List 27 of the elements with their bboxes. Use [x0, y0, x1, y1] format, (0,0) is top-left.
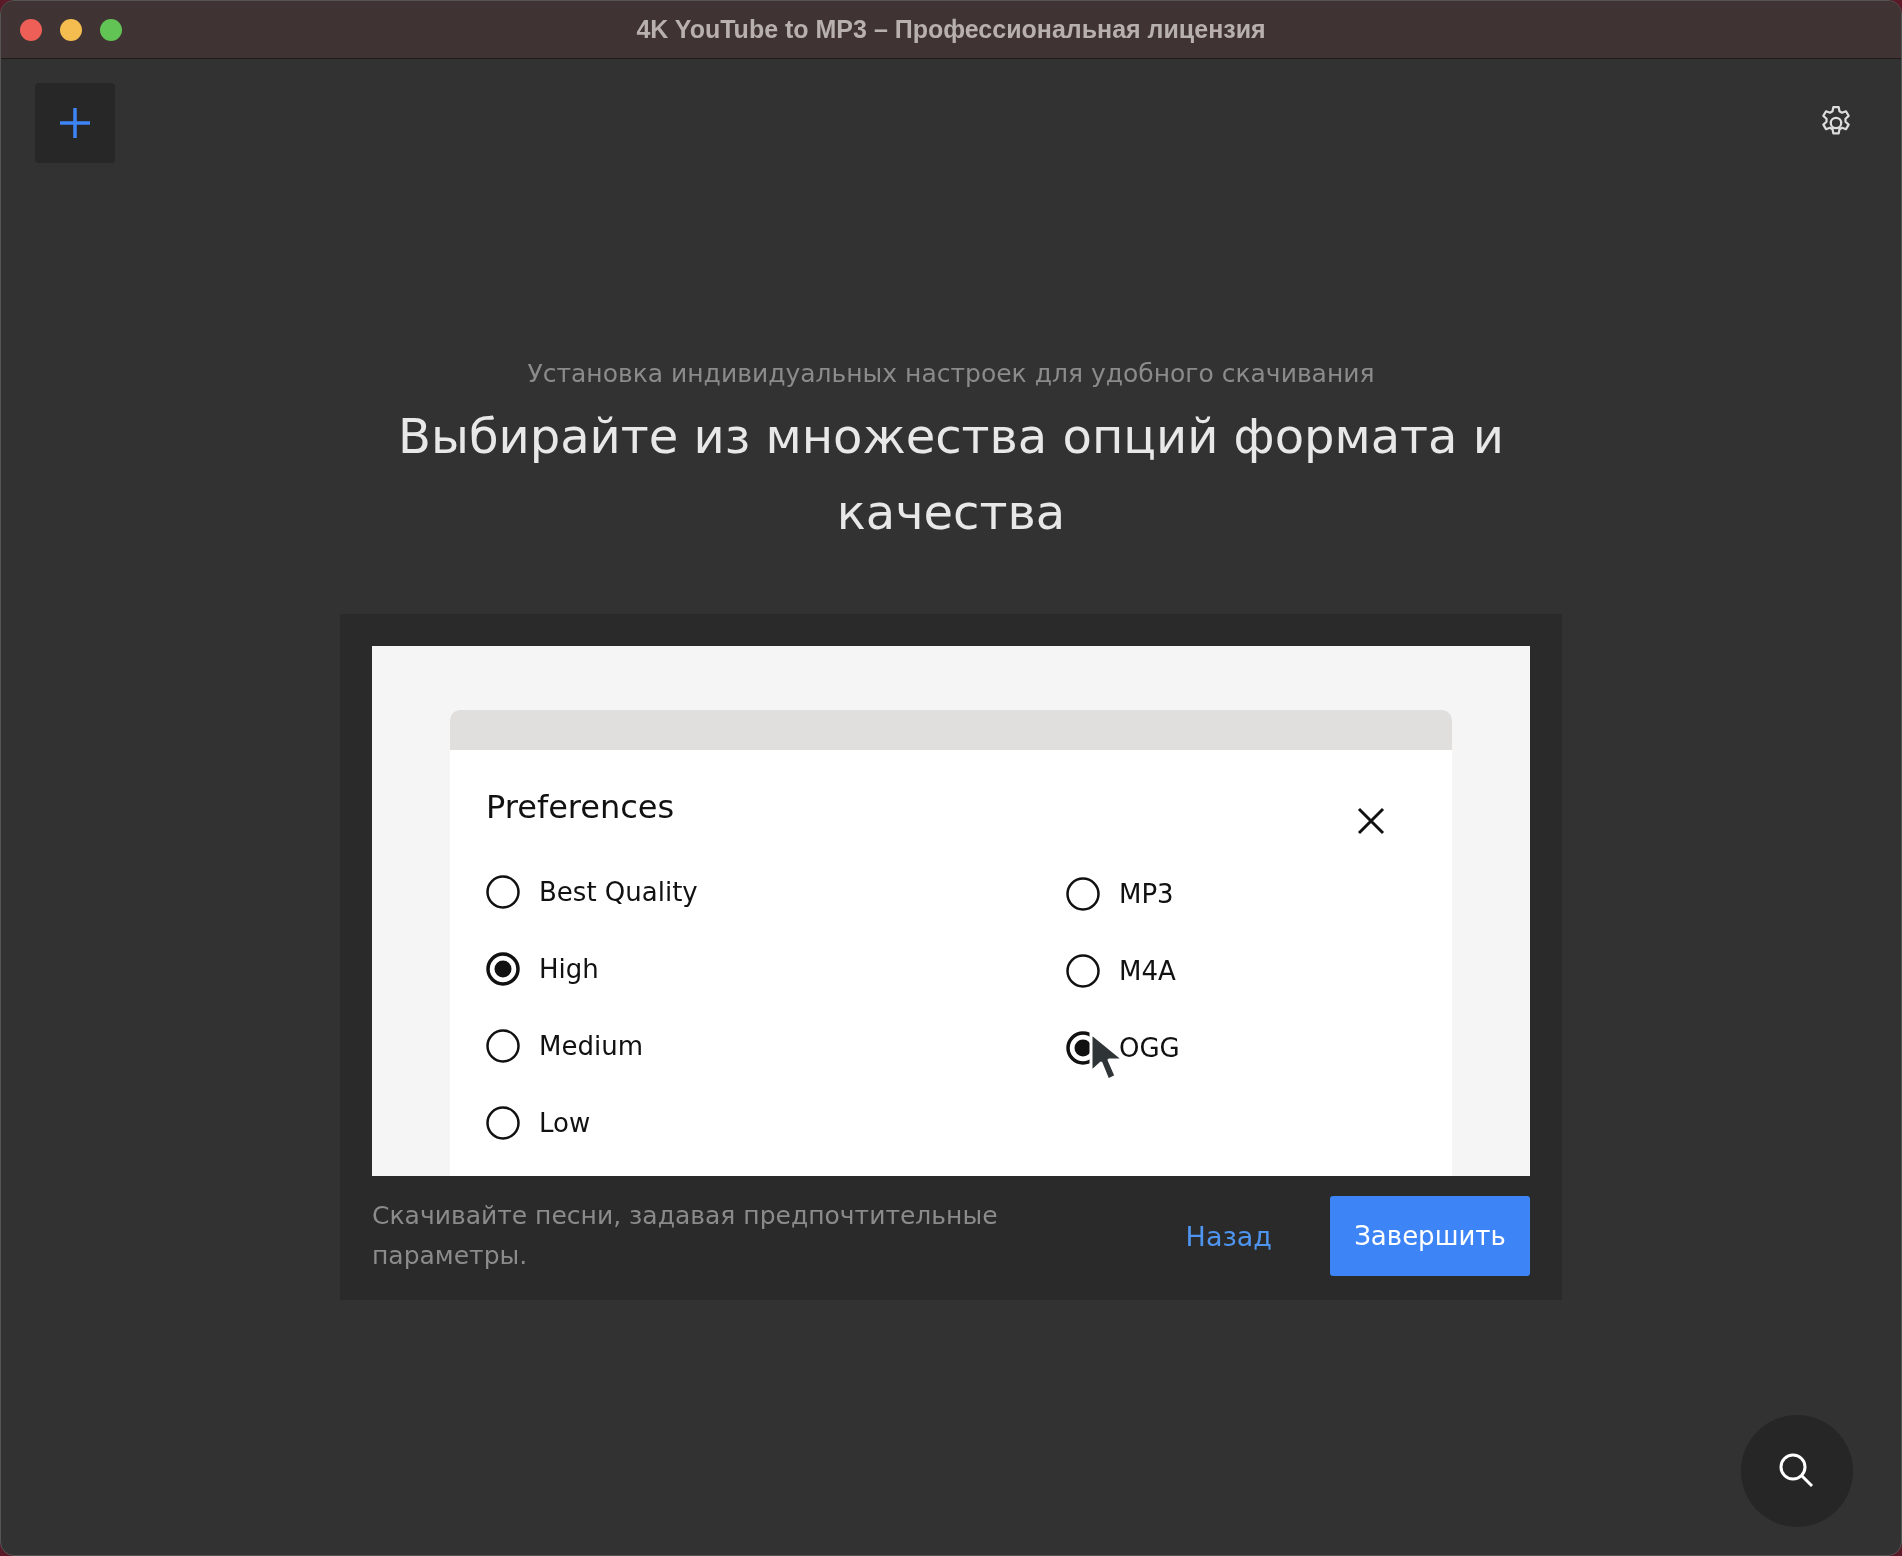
radio-label: Medium — [539, 1031, 643, 1061]
radio-button[interactable] — [486, 1106, 520, 1140]
finish-button[interactable]: Завершить — [1330, 1196, 1530, 1276]
radio-label: High — [539, 954, 599, 984]
search-icon — [1778, 1452, 1816, 1490]
radio-button[interactable] — [486, 1029, 520, 1063]
dialog-title: Preferences — [486, 788, 675, 826]
close-light[interactable] — [20, 19, 42, 41]
back-link[interactable]: Назад — [1185, 1220, 1272, 1252]
plus-icon — [58, 106, 92, 140]
zoom-light[interactable] — [100, 19, 122, 41]
radio-label: Low — [539, 1108, 591, 1138]
subtitle: Установка индивидуальных настроек для удобного скачивания — [527, 359, 1375, 388]
heading: Выбирайте из множества опций формата и качества — [397, 407, 1505, 542]
radio-label: Best Quality — [539, 877, 698, 907]
radio-label: M4A — [1119, 956, 1176, 986]
window-title: 4K YouTube to MP3 – Профессиональная лицензия — [636, 15, 1266, 44]
minimize-light[interactable] — [60, 19, 82, 41]
radio-button[interactable] — [486, 952, 520, 986]
add-button[interactable] — [35, 83, 115, 163]
radio-button[interactable] — [1066, 954, 1100, 988]
radio-button[interactable] — [486, 875, 520, 909]
description: Скачивайте песни, задавая предпочтительные параметры. — [372, 1200, 999, 1272]
radio-button[interactable] — [1066, 877, 1100, 911]
close-icon[interactable] — [1356, 806, 1386, 836]
radio-label: MP3 — [1119, 879, 1174, 909]
radio-label: OGG — [1119, 1033, 1180, 1063]
